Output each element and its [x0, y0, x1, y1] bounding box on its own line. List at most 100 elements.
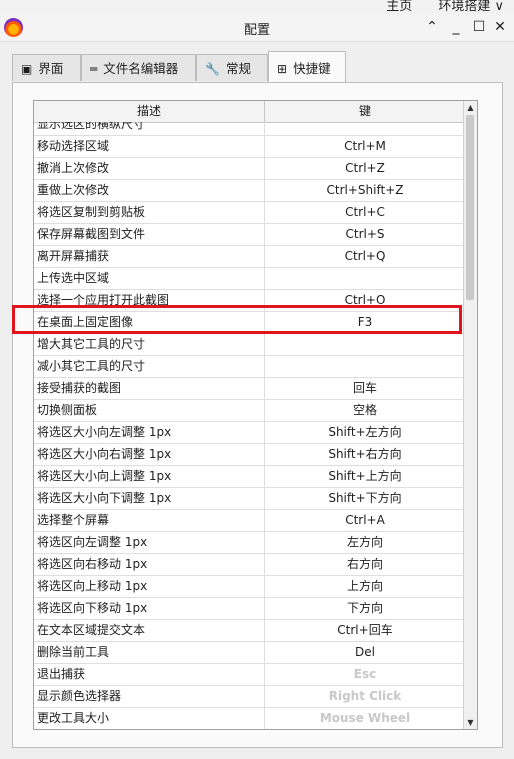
shortcut-description: 切换侧面板 [37, 403, 98, 417]
table-row[interactable]: 选择一个应用打开此截图 Ctrl+O [34, 290, 465, 312]
shortcut-description: 在桌面上固定图像 [37, 315, 134, 329]
shortcut-description: 显示选区的横纵尺寸 [37, 122, 146, 131]
minimize-button[interactable]: _ [447, 18, 465, 36]
tab-label: 常规 [225, 61, 251, 76]
scroll-down-arrow-icon[interactable]: ▼ [464, 716, 477, 729]
shortcut-key[interactable]: Ctrl+Shift+Z [265, 180, 465, 201]
table-row[interactable]: 删除当前工具 Del [34, 642, 465, 664]
table-row[interactable]: 切换侧面板 空格 [34, 400, 465, 422]
table-row[interactable]: 离开屏幕捕获 Ctrl+Q [34, 246, 465, 268]
shortcut-key[interactable]: 左方向 [265, 532, 465, 553]
table-body: 显示选区的横纵尺寸移动选择区域 Ctrl+M 撤消上次修改 Ctrl+Z 重做上次修改 C… [34, 122, 465, 729]
shortcut-description: 将选区大小向下调整 1px [37, 491, 172, 505]
column-divider [264, 268, 265, 290]
table-row[interactable]: 增大其它工具的尺寸 [34, 334, 465, 356]
table-row[interactable]: 显示颜色选择器 Right Click [34, 686, 465, 708]
column-divider [264, 334, 265, 356]
shortcut-description: 更改工具大小 [37, 711, 110, 725]
table-row[interactable]: 将选区向右移动 1px 右方向 [34, 554, 465, 576]
table-row[interactable]: 将选区向左调整 1px 左方向 [34, 532, 465, 554]
background-top-bar: 主页 环境搭建 ∨ [0, 0, 514, 14]
home-link[interactable]: 主页 [386, 0, 412, 14]
column-header-key[interactable]: 键 [265, 101, 465, 122]
table-row[interactable]: 重做上次修改 Ctrl+Shift+Z [34, 180, 465, 202]
column-header-description[interactable]: 描述 [34, 101, 265, 122]
shortcut-key[interactable]: Shift+下方向 [265, 488, 465, 509]
table-row[interactable]: 接受捕获的截图 回车 [34, 378, 465, 400]
shortcut-key[interactable]: 空格 [265, 400, 465, 421]
window-titlebar[interactable]: 配置 ⌃ _ ☐ ✕ [0, 14, 514, 42]
tab-label: 界面 [38, 61, 64, 76]
shortcut-key[interactable]: Mouse Wheel [265, 708, 465, 729]
shortcut-description: 删除当前工具 [37, 645, 110, 659]
tab-interface[interactable]: ▣ 界面 [12, 54, 81, 81]
shortcut-description: 将选区向左调整 1px [37, 535, 148, 549]
shortcut-description: 显示颜色选择器 [37, 689, 122, 703]
shortcut-key[interactable]: Ctrl+回车 [265, 620, 465, 641]
table-row[interactable]: 将选区大小向下调整 1px Shift+下方向 [34, 488, 465, 510]
shortcut-key[interactable]: Ctrl+A [265, 510, 465, 531]
shortcut-key[interactable]: Ctrl+Q [265, 246, 465, 267]
shortcut-description: 将选区向上移动 1px [37, 579, 148, 593]
shortcut-key[interactable]: 下方向 [265, 598, 465, 619]
tab-filename-editor[interactable]: ═ 文件名编辑器 [81, 54, 196, 81]
shortcut-key[interactable]: Ctrl+S [265, 224, 465, 245]
shortcut-description: 增大其它工具的尺寸 [37, 337, 146, 351]
scrollbar-thumb[interactable] [466, 115, 474, 300]
shortcut-key[interactable]: Ctrl+Z [265, 158, 465, 179]
table-row[interactable]: 撤消上次修改 Ctrl+Z [34, 158, 465, 180]
shortcut-key[interactable]: Shift+上方向 [265, 466, 465, 487]
shortcut-description: 保存屏幕截图到文件 [37, 227, 146, 241]
shortcut-key[interactable]: 回车 [265, 378, 465, 399]
maximize-button[interactable]: ☐ [470, 18, 488, 36]
table-row[interactable]: 将选区复制到剪贴板 Ctrl+C [34, 202, 465, 224]
table-row[interactable]: 在桌面上固定图像 F3 [34, 312, 465, 334]
shortcut-key[interactable]: Del [265, 642, 465, 663]
shortcut-key[interactable]: Ctrl+C [265, 202, 465, 223]
tab-shortcuts[interactable]: ⊞ 快捷键 [268, 51, 346, 82]
shortcut-description: 减小其它工具的尺寸 [37, 359, 146, 373]
shortcut-key[interactable]: 上方向 [265, 576, 465, 597]
shortcut-key[interactable]: Ctrl+M [265, 136, 465, 157]
shortcut-key[interactable]: F3 [265, 312, 465, 333]
scroll-up-arrow-icon[interactable]: ▲ [464, 101, 477, 114]
shortcut-description: 上传选中区域 [37, 271, 110, 285]
shortcut-key[interactable]: Right Click [265, 686, 465, 707]
table-row[interactable]: 显示选区的横纵尺寸 [34, 122, 465, 136]
table-row[interactable]: 减小其它工具的尺寸 [34, 356, 465, 378]
wrench-icon: 🔧 [205, 62, 220, 76]
table-row[interactable]: 退出捕获 Esc [34, 664, 465, 686]
table-rows: 显示选区的横纵尺寸移动选择区域 Ctrl+M 撤消上次修改 Ctrl+Z 重做上次修改 C… [34, 122, 465, 729]
table-row[interactable]: 将选区向下移动 1px 下方向 [34, 598, 465, 620]
table-row[interactable]: 移动选择区域 Ctrl+M [34, 136, 465, 158]
shortcut-key[interactable]: Ctrl+O [265, 290, 465, 311]
table-row[interactable]: 将选区向上移动 1px 上方向 [34, 576, 465, 598]
shortcut-key[interactable]: Shift+右方向 [265, 444, 465, 465]
env-setup-link[interactable]: 环境搭建 ∨ [438, 0, 504, 14]
keep-above-button[interactable]: ⌃ [423, 18, 441, 36]
table-row[interactable]: 在文本区域提交文本 Ctrl+回车 [34, 620, 465, 642]
table-row[interactable]: 将选区大小向右调整 1px Shift+右方向 [34, 444, 465, 466]
shortcut-description: 将选区大小向左调整 1px [37, 425, 172, 439]
shortcut-key[interactable]: Shift+左方向 [265, 422, 465, 443]
table-row[interactable]: 更改工具大小 Mouse Wheel [34, 708, 465, 729]
shortcut-description: 将选区复制到剪贴板 [37, 205, 146, 219]
table-row[interactable]: 选择整个屏幕 Ctrl+A [34, 510, 465, 532]
shortcut-description: 选择一个应用打开此截图 [37, 293, 170, 307]
shortcut-key[interactable]: Esc [265, 664, 465, 685]
shortcut-description: 退出捕获 [37, 667, 86, 681]
table-row[interactable]: 保存屏幕截图到文件 Ctrl+S [34, 224, 465, 246]
close-button[interactable]: ✕ [491, 18, 509, 36]
table-row[interactable]: 上传选中区域 [34, 268, 465, 290]
vertical-scrollbar[interactable]: ▲ ▼ [463, 101, 477, 729]
table-row[interactable]: 将选区大小向上调整 1px Shift+上方向 [34, 466, 465, 488]
tab-general[interactable]: 🔧 常规 [196, 54, 268, 81]
shortcut-description: 将选区向右移动 1px [37, 557, 148, 571]
shortcut-description: 在文本区域提交文本 [37, 623, 146, 637]
shortcut-description: 移动选择区域 [37, 139, 110, 153]
grid-icon: ⊞ [277, 62, 288, 76]
shortcut-description: 接受捕获的截图 [37, 381, 122, 395]
shortcut-key[interactable]: 右方向 [265, 554, 465, 575]
interface-icon: ▣ [21, 62, 33, 76]
table-row[interactable]: 将选区大小向左调整 1px Shift+左方向 [34, 422, 465, 444]
